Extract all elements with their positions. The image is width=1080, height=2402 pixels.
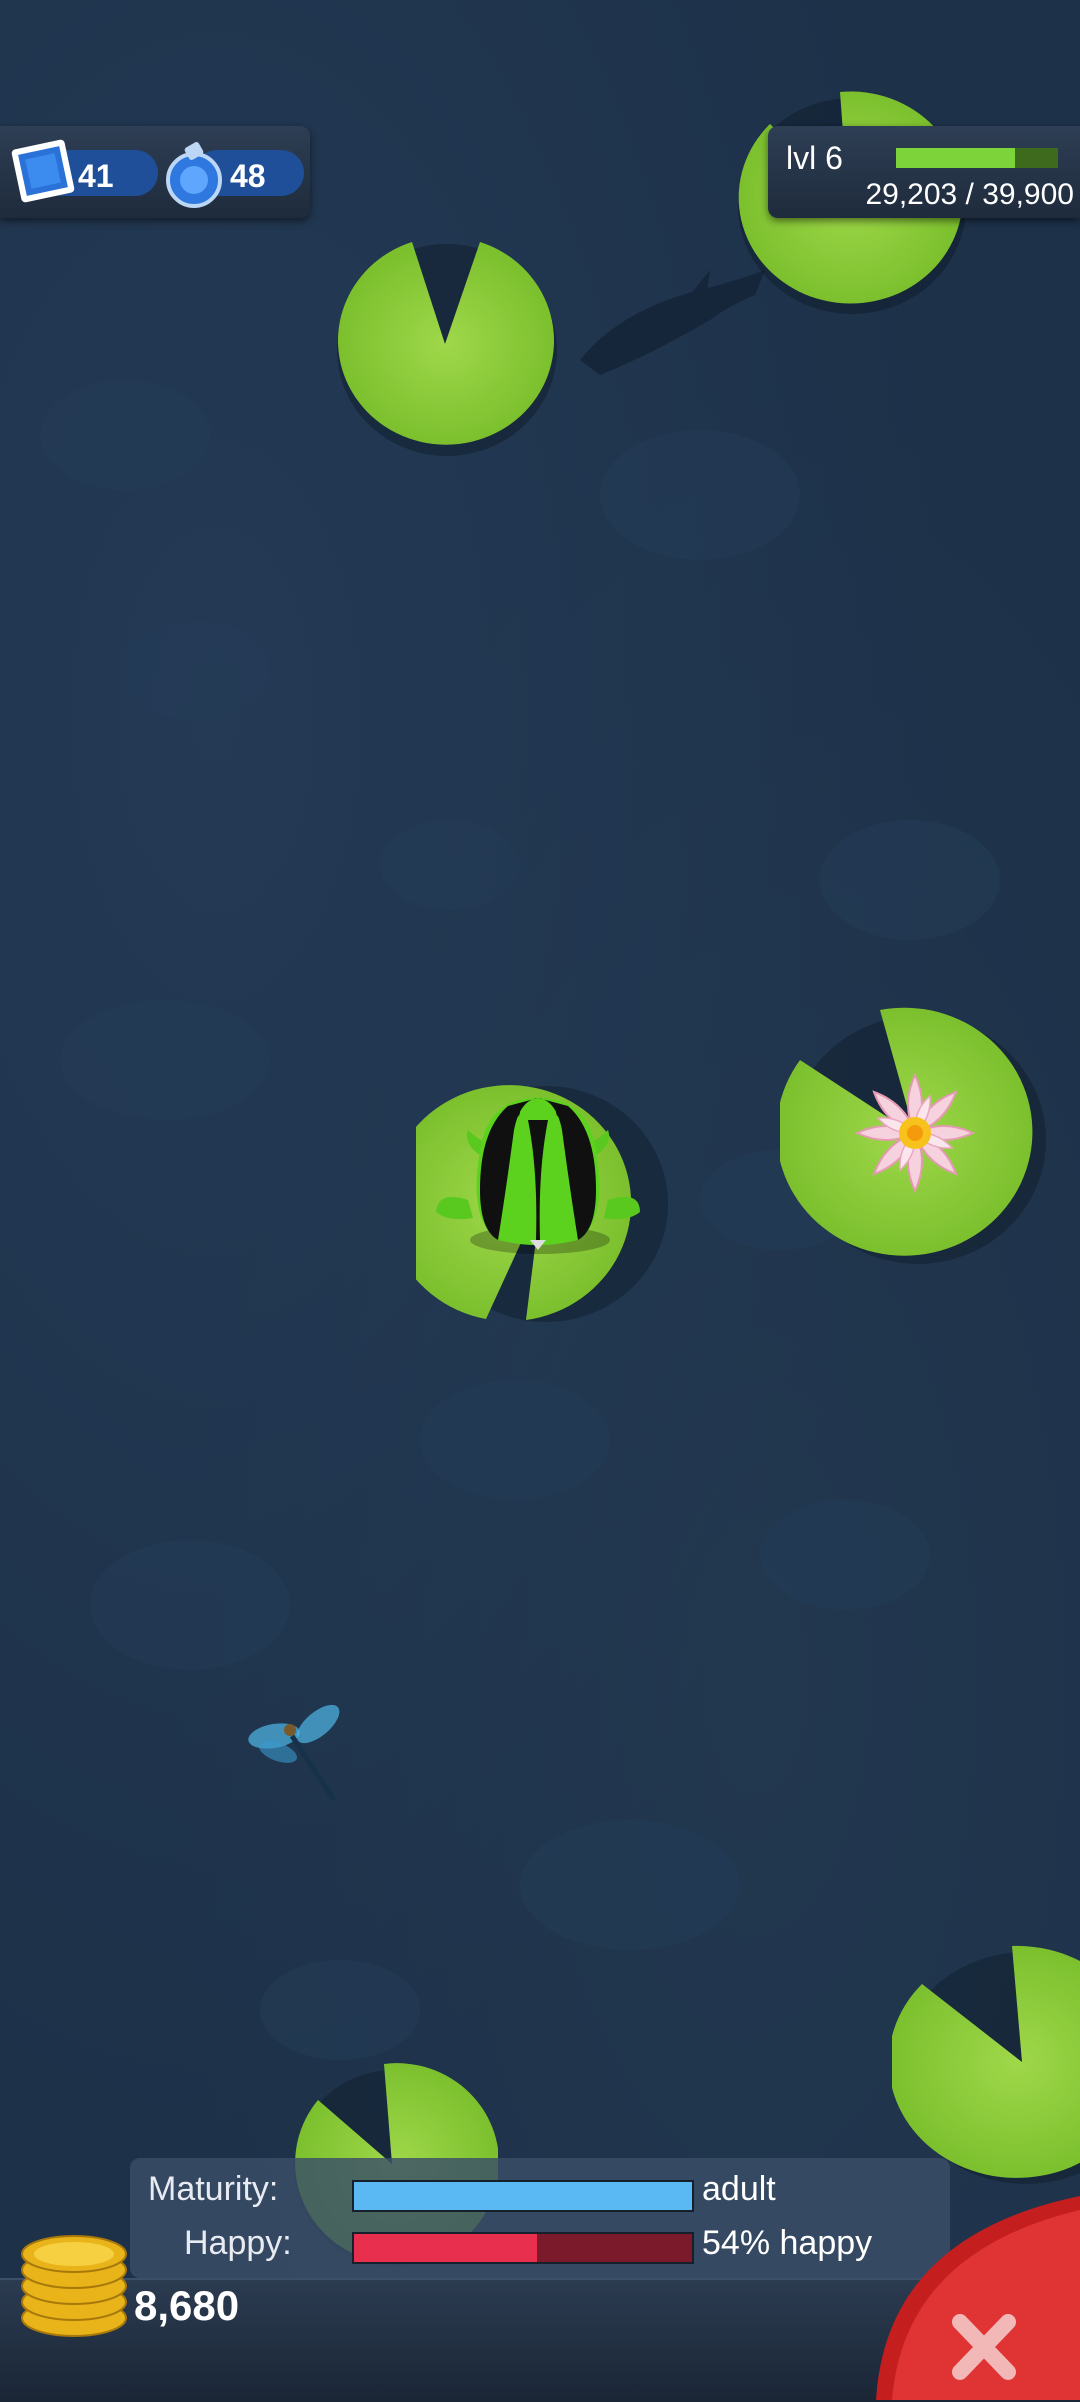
- pebble: [600, 430, 800, 560]
- level-label: lvl 6: [786, 140, 843, 176]
- xp-text: 29,203 / 39,900: [865, 178, 1074, 211]
- potion-icon: [166, 142, 222, 208]
- xp-bar-fill: [896, 148, 1015, 168]
- pet-status-panel: Maturity: adult Happy: 54% happy: [130, 2158, 950, 2278]
- pebble: [760, 1500, 930, 1610]
- pebble: [60, 1000, 270, 1120]
- level-panel: lvl 6 29,203 / 39,900: [768, 126, 1080, 218]
- happy-label: Happy:: [184, 2224, 292, 2262]
- coins-amount: 8,680: [134, 2282, 240, 2329]
- stamps-count: 41: [78, 158, 114, 194]
- potions-count: 48: [230, 158, 266, 194]
- pond-background: [0, 0, 1080, 2400]
- pebble: [40, 380, 210, 490]
- lily-pad: [892, 1944, 1080, 2184]
- currency-panel: 41 48: [0, 126, 310, 218]
- pebble: [520, 1820, 740, 1950]
- happy-bar-fill: [354, 2234, 537, 2262]
- happy-bar: [352, 2232, 694, 2264]
- pebble: [420, 1380, 610, 1500]
- maturity-bar: [352, 2180, 694, 2212]
- pebble: [380, 820, 520, 910]
- maturity-bar-fill: [354, 2182, 692, 2210]
- pebble: [260, 1960, 420, 2060]
- stamp-icon: [11, 139, 75, 203]
- dragonfly-icon[interactable]: [244, 1696, 354, 1806]
- lotus-flower-icon: [852, 1070, 978, 1196]
- frog-icon[interactable]: [428, 1090, 648, 1260]
- pebble: [120, 620, 270, 720]
- gold-coins-icon: [21, 2235, 127, 2337]
- pebble: [90, 1540, 290, 1670]
- pebble: [820, 820, 1000, 940]
- maturity-value: adult: [702, 2170, 776, 2208]
- xp-bar: [896, 148, 1058, 168]
- close-button[interactable]: [876, 2196, 1080, 2400]
- maturity-label: Maturity:: [148, 2170, 279, 2208]
- lily-pad: [330, 232, 560, 458]
- happy-value: 54% happy: [702, 2224, 873, 2262]
